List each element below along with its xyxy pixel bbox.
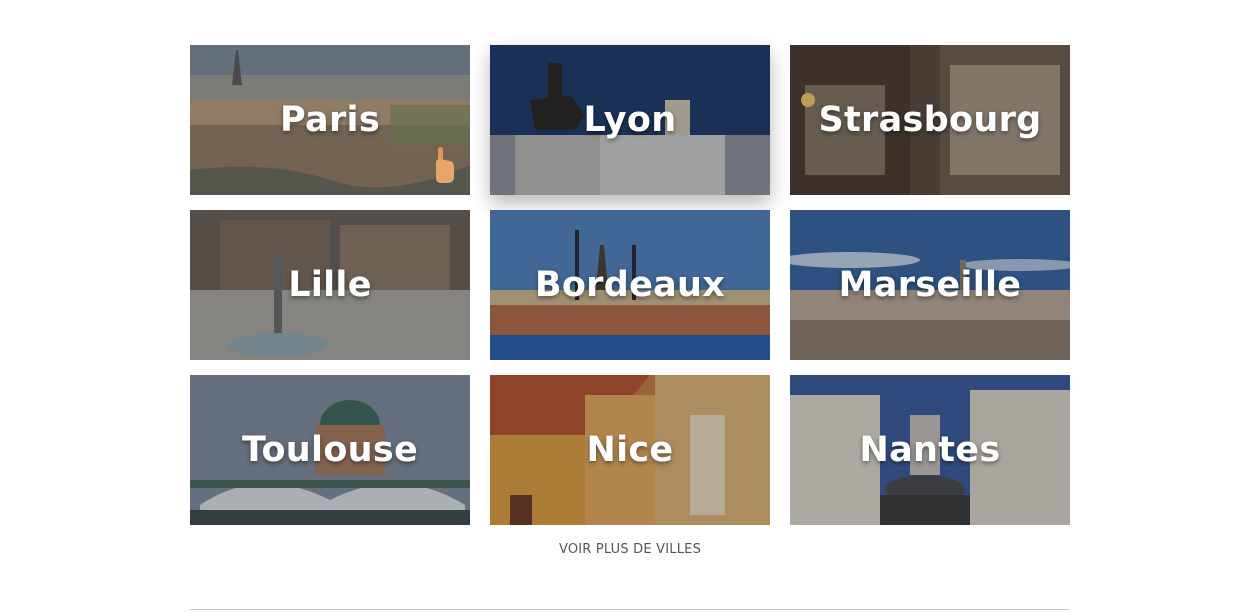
city-tile-lyon[interactable]: Lyon <box>490 45 770 195</box>
city-tile-nice[interactable]: Nice <box>490 375 770 525</box>
city-name: Lille <box>288 265 372 305</box>
city-tile-bordeaux[interactable]: Bordeaux <box>490 210 770 360</box>
city-tile-strasbourg[interactable]: Strasbourg <box>790 45 1070 195</box>
city-tile-marseille[interactable]: Marseille <box>790 210 1070 360</box>
city-name: Paris <box>280 100 380 140</box>
city-tile-paris[interactable]: Paris <box>190 45 470 195</box>
city-tile-toulouse[interactable]: Toulouse <box>190 375 470 525</box>
city-tile-lille[interactable]: Lille <box>190 210 470 360</box>
pointer-hand-icon <box>436 147 454 183</box>
city-name: Nice <box>586 430 674 470</box>
city-tile-nantes[interactable]: Nantes <box>790 375 1070 525</box>
city-name: Bordeaux <box>534 265 726 305</box>
city-name: Toulouse <box>241 430 419 470</box>
city-grid: Paris Lyon Strasbourg Lille Bordeaux Mar… <box>190 45 1070 525</box>
divider <box>190 609 1070 610</box>
city-name: Nantes <box>859 430 1001 470</box>
more-cities-link[interactable]: VOIR PLUS DE VILLES <box>0 542 1260 557</box>
city-name: Strasbourg <box>818 100 1042 140</box>
city-name: Marseille <box>838 265 1022 305</box>
city-name: Lyon <box>583 100 677 140</box>
